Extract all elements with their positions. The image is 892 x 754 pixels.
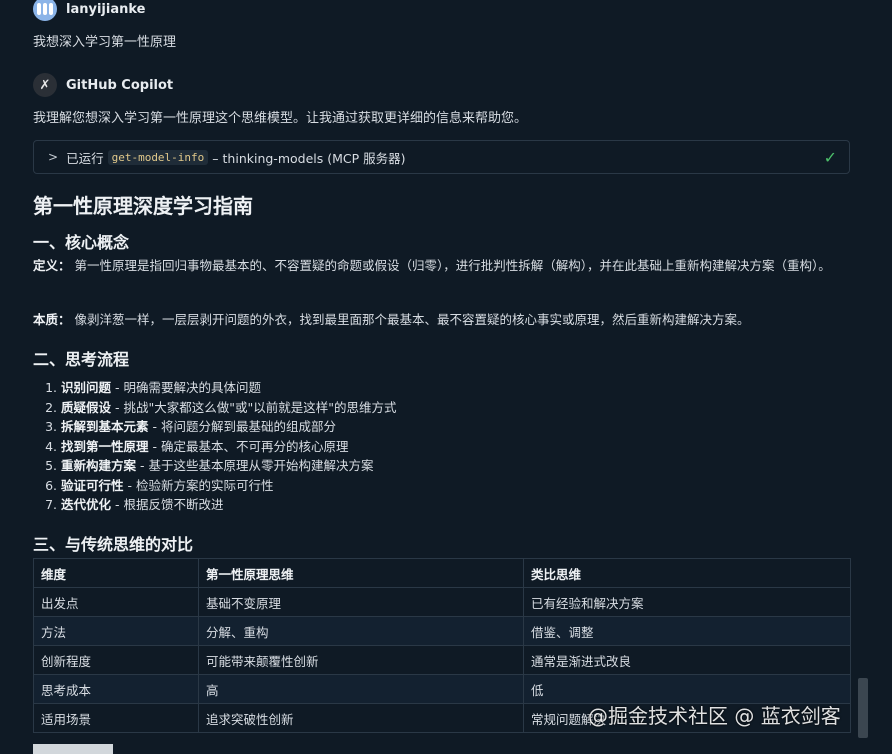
- tool-code: get-model-info: [107, 149, 209, 165]
- step-desc: - 将问题分解到最基础的组成部分: [148, 419, 336, 434]
- section-3-heading: 三、与传统思维的对比: [33, 535, 194, 554]
- table-cell: 适用场景: [33, 703, 199, 733]
- table-row: 创新程度 可能带来颠覆性创新 通常是渐进式改良: [33, 645, 851, 675]
- user-name: lanyijianke: [66, 1, 146, 17]
- bot-name: GitHub Copilot: [66, 77, 174, 93]
- list-item: 质疑假设 - 挑战"大家都这么做"或"以前就是这样"的思维方式: [61, 398, 396, 418]
- table-cell: 通常是渐进式改良: [523, 645, 851, 675]
- table-cell: 已有经验和解决方案: [523, 587, 851, 617]
- scrollbar-thumb[interactable]: [858, 678, 868, 738]
- table-header-row: 维度 第一性原理思维 类比思维: [33, 558, 851, 588]
- step-name: 验证可行性: [61, 477, 124, 493]
- step-desc: - 基于这些基本原理从零开始构建解决方案: [136, 458, 374, 473]
- bot-message-header: ✗ GitHub Copilot: [33, 73, 173, 97]
- list-item: 验证可行性 - 检验新方案的实际可行性: [61, 476, 396, 496]
- step-name: 迭代优化: [61, 497, 112, 512]
- essence-paragraph: 本质： 像剥洋葱一样，一层层剥开问题的外衣，找到最里面那个最基本、最不容置疑的核…: [33, 310, 853, 330]
- step-desc: - 检验新方案的实际可行性: [123, 477, 274, 493]
- copilot-avatar-icon: ✗: [33, 73, 57, 97]
- step-name: 识别问题: [61, 380, 112, 395]
- watermark: @掘金技术社区 @ 蓝衣剑客: [588, 704, 841, 728]
- table-header-cell: 第一性原理思维: [198, 558, 524, 588]
- table-row: 出发点 基础不变原理 已有经验和解决方案: [33, 587, 851, 617]
- checkmark-icon: ✓: [823, 148, 837, 167]
- step-desc: - 明确需要解决的具体问题: [111, 380, 261, 395]
- user-avatar: [33, 0, 57, 21]
- list-item: 重新构建方案 - 基于这些基本原理从零开始构建解决方案: [61, 456, 396, 476]
- tool-call-collapsible[interactable]: > 已运行 get-model-info – thinking-models (…: [33, 140, 850, 174]
- table-cell: 思考成本: [33, 674, 199, 704]
- essence-label: 本质：: [33, 312, 71, 327]
- section-2-heading: 二、思考流程: [33, 350, 130, 369]
- definition-label: 定义：: [33, 258, 71, 273]
- table-cell: 借鉴、调整: [523, 616, 851, 646]
- table-cell: 基础不变原理: [198, 587, 524, 617]
- definition-text: 第一性原理是指回归事物最基本的、不容置疑的命题或假设（归零），进行批判性拆解（解…: [74, 258, 831, 273]
- list-item: 识别问题 - 明确需要解决的具体问题: [61, 378, 396, 398]
- tool-call-summary: 已运行 get-model-info – thinking-models (MC…: [66, 148, 406, 167]
- section-1-heading: 一、核心概念: [33, 233, 130, 252]
- user-message-header: lanyijianke: [33, 0, 145, 21]
- step-desc: - 确定最基本、不可再分的核心原理: [148, 438, 349, 454]
- table-cell: 可能带来颠覆性创新: [198, 645, 524, 675]
- steps-list: 识别问题 - 明确需要解决的具体问题 质疑假设 - 挑战"大家都这么做"或"以前…: [33, 378, 396, 515]
- chevron-right-icon[interactable]: >: [48, 150, 58, 164]
- table-header-cell: 类比思维: [523, 558, 851, 588]
- table-row: 方法 分解、重构 借鉴、调整: [33, 616, 851, 646]
- step-name: 拆解到基本元素: [61, 419, 149, 434]
- tool-prefix: 已运行: [66, 150, 104, 166]
- list-item: 找到第一性原理 - 确定最基本、不可再分的核心原理: [61, 437, 396, 457]
- step-desc: - 挑战"大家都这么做"或"以前就是这样"的思维方式: [111, 399, 397, 415]
- list-item: 迭代优化 - 根据反馈不断改进: [61, 495, 396, 515]
- table-cell: 方法: [33, 616, 199, 646]
- essence-text: 像剥洋葱一样，一层层剥开问题的外衣，找到最里面那个最基本、最不容置疑的核心事实或…: [74, 312, 750, 327]
- doc-title: 第一性原理深度学习指南: [33, 194, 253, 218]
- step-name: 质疑假设: [61, 399, 112, 415]
- step-name: 重新构建方案: [61, 458, 137, 473]
- table-cell: 分解、重构: [198, 616, 524, 646]
- definition-paragraph: 定义： 第一性原理是指回归事物最基本的、不容置疑的命题或假设（归零），进行批判性…: [33, 256, 853, 276]
- table-cell: 出发点: [33, 587, 199, 617]
- table-cell: 追求突破性创新: [198, 703, 524, 733]
- step-name: 找到第一性原理: [61, 438, 149, 454]
- bot-intro-text: 我理解您想深入学习第一性原理这个思维模型。让我通过获取更详细的信息来帮助您。: [33, 111, 528, 126]
- table-cell: 创新程度: [33, 645, 199, 675]
- step-desc: - 根据反馈不断改进: [111, 497, 224, 512]
- user-message-text: 我想深入学习第一性原理: [33, 35, 177, 50]
- next-section-heading-partial: [33, 744, 113, 754]
- list-item: 拆解到基本元素 - 将问题分解到最基础的组成部分: [61, 417, 396, 437]
- table-cell: 高: [198, 674, 524, 704]
- tool-suffix: – thinking-models (MCP 服务器): [212, 150, 406, 166]
- table-header-cell: 维度: [33, 558, 199, 588]
